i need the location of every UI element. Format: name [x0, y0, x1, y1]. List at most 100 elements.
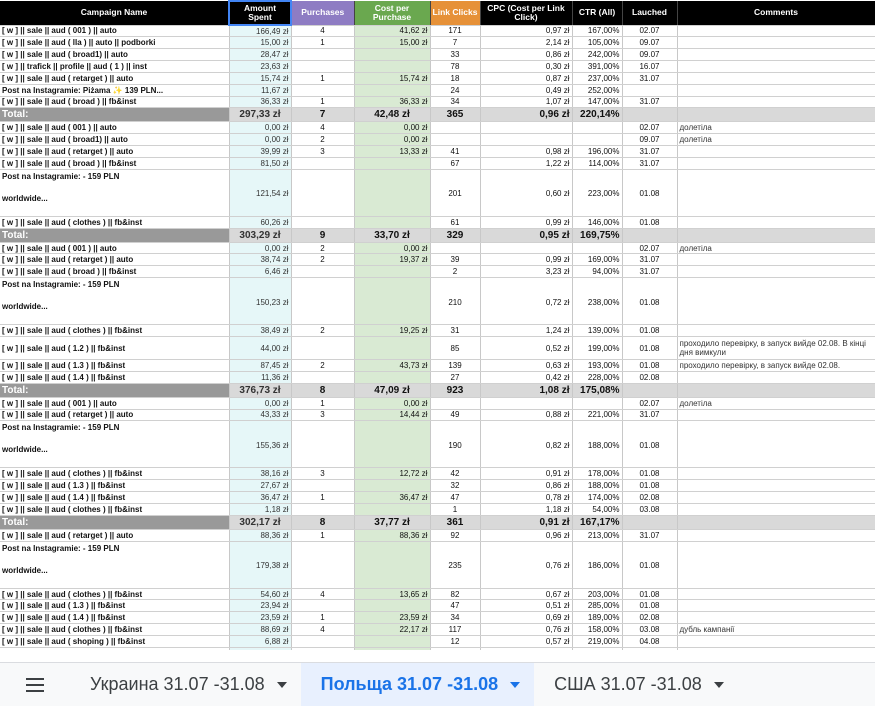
cell-amount-spent[interactable]: 23,59 zł — [229, 611, 292, 625]
cell-cost-per-purchase[interactable]: 12,72 zł — [354, 467, 431, 481]
cell-cpc[interactable]: 0,78 zł — [480, 491, 573, 504]
cell-link-clicks[interactable]: 139 — [430, 359, 481, 372]
cell-cost-per-purchase[interactable]: 43,73 zł — [354, 359, 431, 372]
cell-ctr[interactable] — [572, 133, 623, 147]
cell-launched[interactable]: 31.07 — [622, 157, 678, 170]
cell-cost-per-purchase[interactable] — [354, 420, 431, 469]
header-purchases[interactable]: Purchases — [291, 1, 355, 26]
cell-comment[interactable] — [677, 647, 875, 650]
cell-link-clicks[interactable]: 923 — [430, 383, 481, 398]
cell-cost-per-purchase[interactable]: 47,09 zł — [354, 383, 431, 398]
cell-ctr[interactable]: 105,00% — [572, 36, 623, 50]
cell-amount-spent[interactable]: 303,29 zł — [229, 228, 292, 243]
cell-ctr[interactable]: 203,00% — [572, 588, 623, 601]
cell-link-clicks[interactable]: 329 — [430, 228, 481, 243]
cell-purchases[interactable]: 3 — [291, 145, 355, 158]
cell-ctr[interactable]: 54,00% — [572, 503, 623, 516]
header-link-clicks[interactable]: Link Clicks — [430, 1, 481, 26]
cell-launched[interactable]: 01.08 — [622, 541, 678, 589]
cell-ctr[interactable]: 147,00% — [572, 96, 623, 109]
cell-comment[interactable]: долетіла — [677, 242, 875, 255]
cell-link-clicks[interactable] — [430, 242, 481, 255]
cell-cpc[interactable] — [480, 133, 573, 147]
cell-launched[interactable]: 02.08 — [622, 371, 678, 384]
cell-launched[interactable]: 31.07 — [622, 409, 678, 422]
cell-cpc[interactable]: 1,08 zł — [480, 383, 573, 398]
cell-ctr[interactable]: 94,00% — [572, 265, 623, 279]
header-campaign-name[interactable]: Campaign Name — [0, 1, 230, 26]
cell-cpc[interactable]: 0,97 zł — [480, 25, 573, 38]
cell-link-clicks[interactable]: 190 — [430, 420, 481, 469]
cell-cpc[interactable]: 0,76 zł — [480, 541, 573, 589]
cell-comment[interactable] — [677, 60, 875, 73]
cell-purchases[interactable]: 2 — [291, 253, 355, 267]
cell-purchases[interactable]: 1 — [291, 529, 355, 542]
cell-cpc[interactable]: 3,23 zł — [480, 265, 573, 279]
cell-comment[interactable] — [677, 96, 875, 109]
cell-amount-spent[interactable]: 166,49 zł — [229, 25, 292, 38]
cell-purchases[interactable]: 4 — [291, 623, 355, 636]
cell-comment[interactable]: дубль кампанії — [677, 623, 875, 636]
cell-comment[interactable] — [677, 635, 875, 648]
cell-launched[interactable] — [622, 515, 678, 530]
cell-cpc[interactable] — [480, 242, 573, 255]
chevron-down-icon[interactable] — [713, 681, 724, 688]
cell-amount-spent[interactable]: 0,00 zł — [229, 397, 292, 410]
cell-purchases[interactable] — [291, 647, 355, 650]
cell-comment[interactable] — [677, 72, 875, 85]
cell-ctr[interactable]: 213,00% — [572, 529, 623, 542]
cell-link-clicks[interactable] — [430, 647, 481, 650]
cell-comment[interactable] — [677, 491, 875, 504]
cell-ctr[interactable]: 242,00% — [572, 48, 623, 62]
chevron-down-icon[interactable] — [510, 681, 521, 688]
cell-amount-spent[interactable]: 179,38 zł — [229, 541, 292, 589]
cell-amount-spent[interactable]: 87,45 zł — [229, 359, 292, 372]
cell-comment[interactable] — [677, 48, 875, 62]
cell-campaign-name[interactable]: [ w ] || sale || aud ( broad ) || fb&ins… — [0, 96, 230, 109]
cell-cpc[interactable]: 0,96 zł — [480, 529, 573, 542]
cell-comment[interactable]: долетіла — [677, 397, 875, 410]
cell-ctr[interactable]: 189,00% — [572, 611, 623, 625]
cell-ctr[interactable]: 158,00% — [572, 623, 623, 636]
cell-campaign-name[interactable]: [ w ] || sale || aud ( retarget ) || aut… — [0, 145, 230, 158]
cell-ctr[interactable]: 174,00% — [572, 491, 623, 504]
sheet-tab-poland[interactable]: Польща 31.07 -31.08 — [300, 662, 535, 706]
cell-launched[interactable]: 02.07 — [622, 121, 678, 135]
cell-launched[interactable] — [622, 228, 678, 243]
cell-purchases[interactable] — [291, 60, 355, 73]
cell-link-clicks[interactable]: 41 — [430, 145, 481, 158]
cell-amount-spent[interactable] — [229, 647, 292, 650]
cell-amount-spent[interactable]: 39,99 zł — [229, 145, 292, 158]
cell-comment[interactable] — [677, 420, 875, 469]
cell-purchases[interactable] — [291, 84, 355, 97]
cell-cpc[interactable]: 0,86 zł — [480, 48, 573, 62]
cell-cost-per-purchase[interactable]: 88,36 zł — [354, 529, 431, 542]
cell-link-clicks[interactable]: 201 — [430, 169, 481, 217]
cell-amount-spent[interactable]: 54,60 zł — [229, 588, 292, 601]
cell-link-clicks[interactable]: 18 — [430, 72, 481, 85]
cell-purchases[interactable] — [291, 336, 355, 360]
cell-cost-per-purchase[interactable] — [354, 635, 431, 648]
cell-campaign-name[interactable]: [ w ] || sale || aud ( 001 ) || auto — [0, 25, 230, 38]
cell-launched[interactable]: 09.07 — [622, 133, 678, 147]
cell-amount-spent[interactable]: 302,17 zł — [229, 515, 292, 530]
cell-purchases[interactable]: 4 — [291, 121, 355, 135]
cell-launched[interactable]: 01.08 — [622, 169, 678, 217]
cell-amount-spent[interactable]: 88,36 zł — [229, 529, 292, 542]
cell-cpc[interactable] — [480, 397, 573, 410]
cell-launched[interactable]: 01.08 — [622, 277, 678, 326]
cell-launched[interactable]: 03.08 — [622, 503, 678, 516]
cell-link-clicks[interactable]: 365 — [430, 107, 481, 123]
cell-launched[interactable] — [622, 107, 678, 123]
cell-launched[interactable]: 01.08 — [622, 599, 678, 613]
cell-campaign-name[interactable]: [ w ] || sale || aud ( 1.3 ) || fb&inst — [0, 359, 230, 372]
cell-comment[interactable]: проходило перевірку, в запуск вийде 02.0… — [677, 336, 875, 360]
cell-purchases[interactable]: 2 — [291, 324, 355, 337]
cell-purchases[interactable] — [291, 216, 355, 229]
cell-launched[interactable]: 31.07 — [622, 529, 678, 542]
sheet-tab-usa[interactable]: США 31.07 -31.08 — [534, 663, 738, 706]
cell-campaign-name[interactable]: Post na Instagramie: - 159 PLN worldwide.… — [0, 277, 230, 326]
cell-cpc[interactable] — [480, 121, 573, 135]
cell-cost-per-purchase[interactable] — [354, 371, 431, 384]
cell-campaign-name[interactable]: [ w ] || sale || aud ( broad ) || fb&ins… — [0, 265, 230, 279]
